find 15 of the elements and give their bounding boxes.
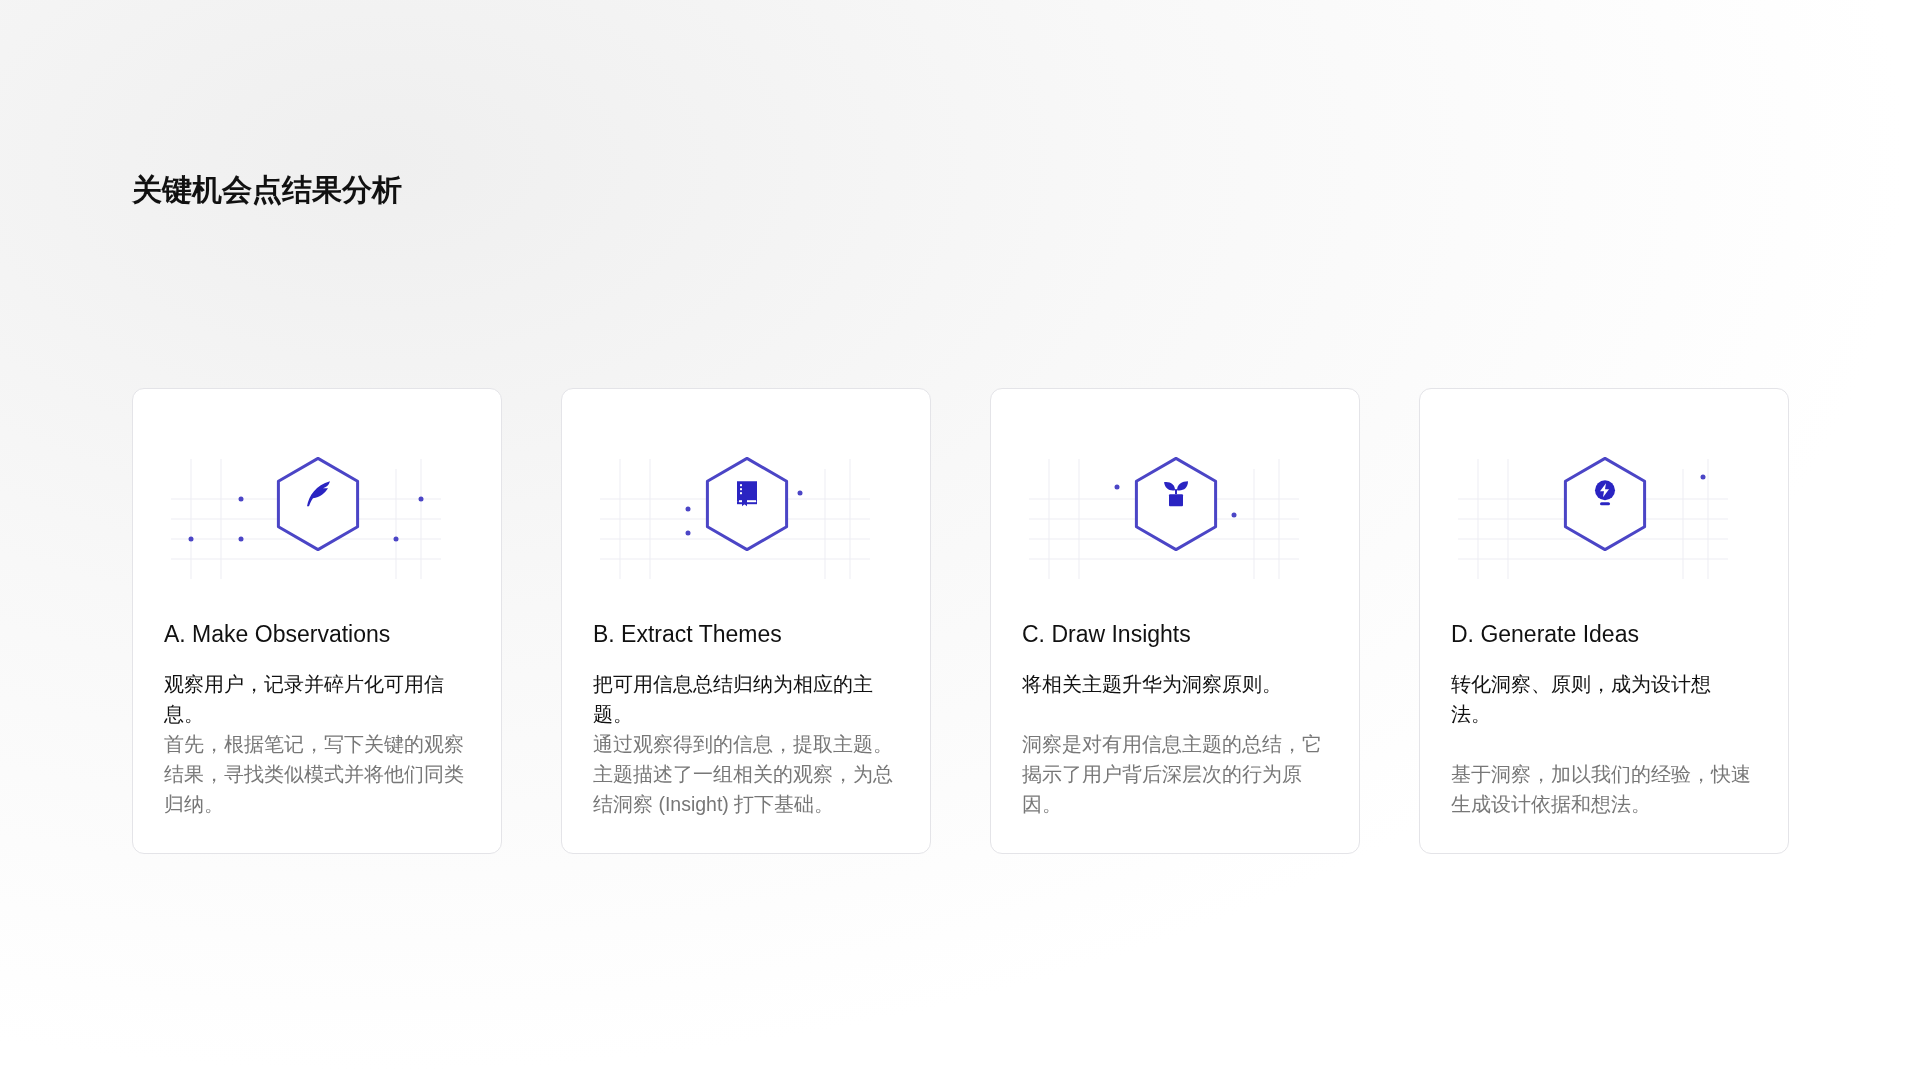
card-description: 首先，根据笔记，写下关键的观察结果，寻找类似模式并将他们同类归纳。: [164, 732, 465, 817]
card-summary: 转化洞察、原则，成为设计想法。: [1451, 672, 1712, 727]
feather-icon: [304, 479, 332, 508]
card-description: 洞察是对有用信息主题的总结，它揭示了用户背后深层次的行为原因。: [1022, 732, 1323, 817]
card-summary: 把可用信息总结归纳为相应的主题。: [593, 672, 874, 727]
card-summary: 将相关主题升华为洞察原则。: [1022, 672, 1283, 697]
card-summary: 观察用户，记录并碎片化可用信息。: [164, 672, 445, 727]
card-heading: B. Extract Themes: [593, 620, 783, 649]
card-heading: C. Draw Insights: [1022, 620, 1192, 649]
card-heading: A. Make Observations: [164, 620, 392, 649]
potted-plant-icon: [1162, 479, 1190, 508]
card-description: 通过观察得到的信息，提取主题。主题描述了一组相关的观察，为总结洞察 (Insight) 打下基础。: [593, 732, 894, 817]
card-heading: D. Generate Ideas: [1451, 620, 1640, 649]
page-title: 关键机会点结果分析: [132, 172, 403, 208]
card-description: 基于洞察，加以我们的经验，快速生成设计依据和想法。: [1451, 762, 1752, 817]
